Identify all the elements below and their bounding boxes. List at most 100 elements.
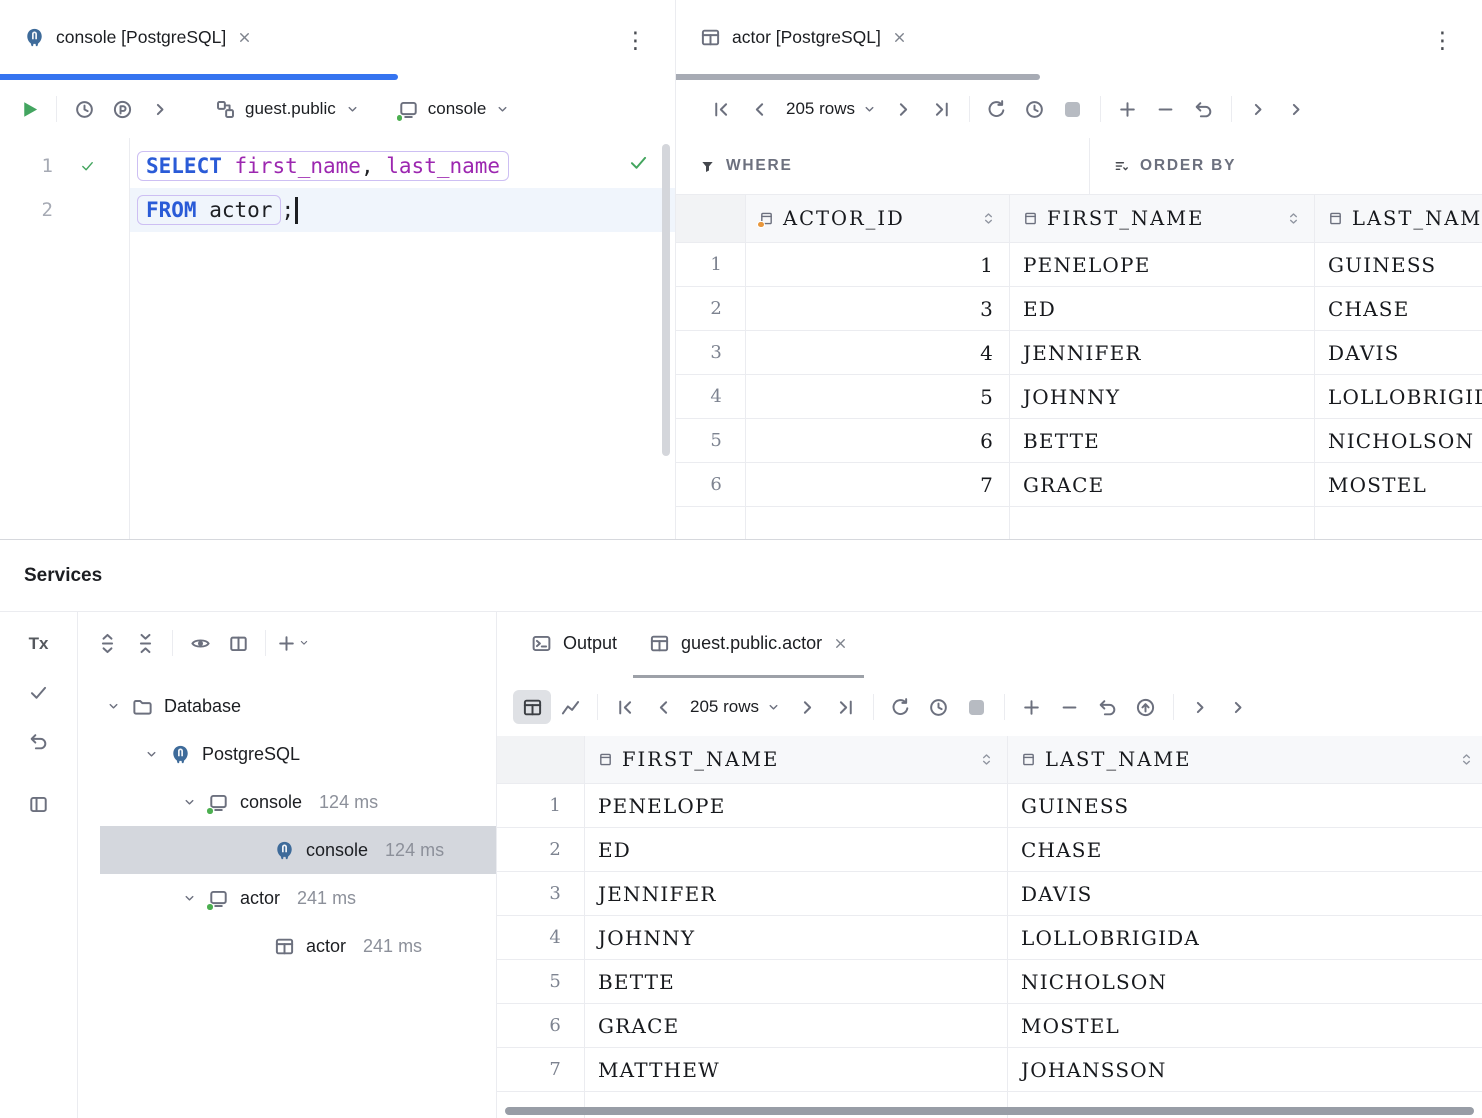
cell-last-name[interactable]: DAVIS [1315, 331, 1482, 375]
chart-view-icon[interactable] [551, 690, 589, 724]
table-row[interactable]: 3 4 JENNIFER DAVIS [676, 331, 1482, 375]
cell-first-name[interactable]: MATTHEW [585, 1048, 1008, 1092]
collapse-all-icon[interactable] [126, 626, 164, 660]
schema-selector[interactable]: guest.public [205, 91, 370, 127]
column-header-actor-id[interactable]: ACTOR_ID [746, 195, 1010, 243]
cell-last-name[interactable]: DAVIS [1008, 872, 1482, 916]
tab-output[interactable]: Output [515, 612, 633, 678]
commit-icon[interactable] [28, 682, 49, 703]
tree-node-database[interactable]: Database [78, 682, 496, 730]
tab-result-grid[interactable]: guest.public.actor [633, 612, 864, 678]
tree-node-actor-result[interactable]: actor 241 ms [78, 922, 496, 970]
table-row[interactable]: 2 ED CHASE [497, 828, 1482, 872]
cell-actor-id[interactable]: 3 [746, 287, 1010, 331]
table-row[interactable]: 1 PENELOPE GUINESS [497, 784, 1482, 828]
editor-code-area[interactable]: SELECT first_name, last_name FROM actor; [130, 138, 675, 539]
horizontal-scrollbar[interactable] [505, 1107, 1474, 1115]
transaction-mode-button[interactable]: Tx [29, 634, 49, 654]
table-row[interactable]: 6 GRACE MOSTEL [497, 1004, 1482, 1048]
tree-node-console-result[interactable]: console 124 ms [100, 826, 496, 874]
cell-actor-id[interactable]: 4 [746, 331, 1010, 375]
tree-node-console-session[interactable]: console 124 ms [78, 778, 496, 826]
auto-refresh-icon[interactable] [1016, 92, 1054, 126]
cell-first-name[interactable]: JENNIFER [585, 872, 1008, 916]
cell-last-name[interactable]: GUINESS [1315, 243, 1482, 287]
previous-page-icon[interactable] [740, 92, 778, 126]
cell-last-name[interactable]: MOSTEL [1008, 1004, 1482, 1048]
previous-page-icon[interactable] [644, 690, 682, 724]
stop-icon[interactable] [958, 690, 996, 724]
sort-arrows-icon[interactable] [1286, 211, 1301, 226]
cell-last-name[interactable]: GUINESS [1008, 784, 1482, 828]
column-header-first-name[interactable]: FIRST_NAME [585, 736, 1008, 784]
cell-last-name[interactable]: LOLLOBRIGIDA [1008, 916, 1482, 960]
cell-actor-id[interactable]: 5 [746, 375, 1010, 419]
order-by-filter[interactable]: ORDER BY [1090, 138, 1260, 194]
code-line-2[interactable]: FROM actor; [130, 188, 675, 232]
tree-node-postgresql[interactable]: PostgreSQL [78, 730, 496, 778]
expand-all-icon[interactable] [88, 626, 126, 660]
session-selector[interactable]: console [388, 91, 521, 127]
table-row[interactable]: 5 BETTE NICHOLSON [497, 960, 1482, 1004]
next-page-icon[interactable] [789, 690, 827, 724]
next-page-icon[interactable] [885, 92, 923, 126]
table-view-icon[interactable] [513, 690, 551, 724]
close-icon[interactable] [833, 636, 848, 651]
cell-first-name[interactable]: JOHNNY [585, 916, 1008, 960]
close-icon[interactable] [892, 30, 907, 45]
vertical-scrollbar[interactable] [662, 144, 670, 456]
table-row[interactable]: 7 MATTHEW JOHANSSON [497, 1048, 1482, 1092]
more-toolbar-icon[interactable] [1240, 92, 1278, 126]
cell-first-name[interactable]: GRACE [585, 1004, 1008, 1048]
column-header-last-name[interactable]: LAST_NAME [1008, 736, 1482, 784]
delete-row-icon[interactable] [1051, 690, 1089, 724]
cell-first-name[interactable]: BETTE [585, 960, 1008, 1004]
chevron-down-icon[interactable] [144, 747, 159, 762]
stop-icon[interactable] [1054, 92, 1092, 126]
sql-editor[interactable]: 1 2 SELECT first_name, last_name FROM ac… [0, 138, 675, 539]
kebab-menu-icon[interactable]: ⋮ [1423, 25, 1462, 56]
last-page-icon[interactable] [923, 92, 961, 126]
first-page-icon[interactable] [606, 690, 644, 724]
last-page-icon[interactable] [827, 690, 865, 724]
table-row[interactable]: 3 JENNIFER DAVIS [497, 872, 1482, 916]
where-filter[interactable]: WHERE [676, 138, 1090, 194]
auto-refresh-icon[interactable] [920, 690, 958, 724]
close-icon[interactable] [237, 30, 252, 45]
tree-node-actor-session[interactable]: actor 241 ms [78, 874, 496, 922]
submit-icon[interactable] [1127, 690, 1165, 724]
code-line-1[interactable]: SELECT first_name, last_name [130, 144, 675, 188]
more-toolbar-icon[interactable] [1182, 690, 1220, 724]
chevron-down-icon[interactable] [182, 795, 197, 810]
kebab-menu-icon[interactable]: ⋮ [616, 25, 655, 56]
cell-last-name[interactable]: NICHOLSON [1315, 419, 1482, 463]
cell-last-name[interactable]: MOSTEL [1315, 463, 1482, 507]
sort-arrows-icon[interactable] [1459, 752, 1474, 767]
sort-arrows-icon[interactable] [979, 752, 994, 767]
cell-last-name[interactable]: JOHANSSON [1008, 1048, 1482, 1092]
revert-icon[interactable] [1089, 690, 1127, 724]
page-size-selector[interactable]: 205 rows [778, 99, 885, 119]
cell-first-name[interactable]: JOHNNY [1010, 375, 1315, 419]
cell-last-name[interactable]: LOLLOBRIGIDA [1315, 375, 1482, 419]
refresh-icon[interactable] [882, 690, 920, 724]
add-row-icon[interactable] [1109, 92, 1147, 126]
column-header-last-name[interactable]: LAST_NAME [1315, 195, 1482, 243]
cell-first-name[interactable]: ED [1010, 287, 1315, 331]
table-row[interactable]: 2 3 ED CHASE [676, 287, 1482, 331]
cell-actor-id[interactable]: 6 [746, 419, 1010, 463]
first-page-icon[interactable] [702, 92, 740, 126]
cell-actor-id[interactable]: 1 [746, 243, 1010, 287]
column-header-first-name[interactable]: FIRST_NAME [1010, 195, 1315, 243]
add-service-icon[interactable] [274, 626, 312, 660]
revert-icon[interactable] [1185, 92, 1223, 126]
delete-row-icon[interactable] [1147, 92, 1185, 126]
cell-first-name[interactable]: JENNIFER [1010, 331, 1315, 375]
jump-to-icon[interactable] [141, 92, 179, 126]
cell-last-name[interactable]: CHASE [1008, 828, 1482, 872]
cell-first-name[interactable]: BETTE [1010, 419, 1315, 463]
table-row[interactable]: 4 JOHNNY LOLLOBRIGIDA [497, 916, 1482, 960]
add-row-icon[interactable] [1013, 690, 1051, 724]
chevron-down-icon[interactable] [106, 699, 121, 714]
table-row[interactable]: 1 1 PENELOPE GUINESS [676, 243, 1482, 287]
